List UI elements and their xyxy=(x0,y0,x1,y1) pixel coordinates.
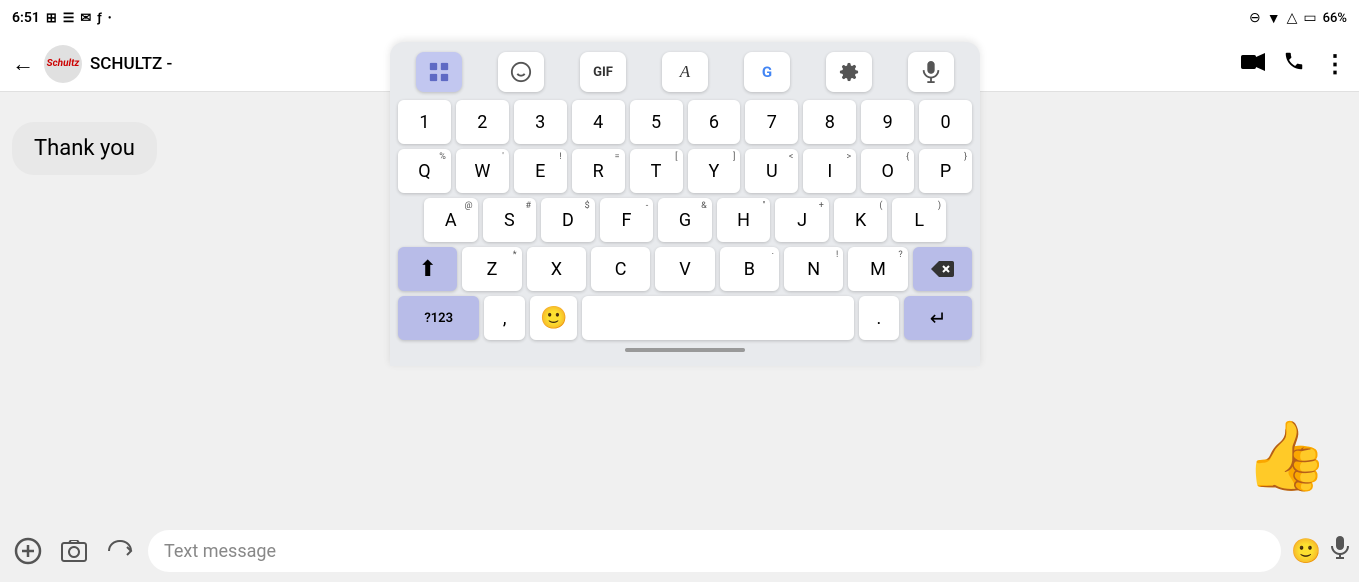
header-actions: ⋮ xyxy=(1241,50,1347,78)
key-h[interactable]: H" xyxy=(717,198,771,242)
key-v[interactable]: V xyxy=(655,247,714,291)
do-not-disturb-icon: ⊖ xyxy=(1249,10,1261,26)
more-options-button[interactable]: ⋮ xyxy=(1323,50,1347,78)
key-l[interactable]: L) xyxy=(892,198,946,242)
key-d[interactable]: D$ xyxy=(541,198,595,242)
keyboard-overlay: GIF A G 1 2 3 4 5 6 7 xyxy=(390,42,980,366)
key-i[interactable]: I> xyxy=(803,149,856,193)
key-4[interactable]: 4 xyxy=(572,100,625,144)
time-display: 6:51 xyxy=(12,10,40,26)
home-bar-indicator xyxy=(625,348,745,352)
ar-button[interactable] xyxy=(102,533,138,569)
voice-input-button[interactable] xyxy=(908,52,954,92)
input-bar: Text message 🙂 xyxy=(0,520,1359,582)
key-w[interactable]: W' xyxy=(456,149,509,193)
key-p[interactable]: P} xyxy=(919,149,972,193)
key-m[interactable]: M? xyxy=(848,247,907,291)
contact-avatar: Schultz xyxy=(44,45,82,83)
bottom-row: ?123 , 🙂 . ↵ xyxy=(398,296,972,340)
shift-key[interactable]: ⬆ xyxy=(398,247,457,291)
key-a[interactable]: A@ xyxy=(424,198,478,242)
key-x[interactable]: X xyxy=(527,247,586,291)
key-k[interactable]: K( xyxy=(834,198,888,242)
key-z[interactable]: Z* xyxy=(462,247,521,291)
emoji-input-button[interactable]: 🙂 xyxy=(1291,537,1321,565)
key-e[interactable]: E! xyxy=(514,149,567,193)
voice-call-button[interactable] xyxy=(1283,50,1305,77)
translate-button[interactable]: G xyxy=(744,52,790,92)
qwerty-row: Q% W' E! R= T[ Y] U< I> O{ P} xyxy=(398,149,972,193)
message-bubble: Thank you xyxy=(12,122,157,175)
key-8[interactable]: 8 xyxy=(803,100,856,144)
sticker-button[interactable] xyxy=(498,52,544,92)
gif-label: GIF xyxy=(593,65,613,80)
key-o[interactable]: O{ xyxy=(861,149,914,193)
key-1[interactable]: 1 xyxy=(398,100,451,144)
key-c[interactable]: C xyxy=(591,247,650,291)
key-f[interactable]: F- xyxy=(600,198,654,242)
autocorrect-button[interactable]: A xyxy=(662,52,708,92)
thumbs-up-emoji: 👍 xyxy=(1244,422,1329,490)
backspace-key[interactable] xyxy=(913,247,972,291)
key-q[interactable]: Q% xyxy=(398,149,451,193)
video-call-button[interactable] xyxy=(1241,52,1265,76)
battery-icon: ▭ xyxy=(1303,10,1316,26)
key-2[interactable]: 2 xyxy=(456,100,509,144)
zxcv-row: ⬆ Z* X C V B· N! M? xyxy=(398,247,972,291)
key-9[interactable]: 9 xyxy=(861,100,914,144)
keyboard-toolbar: GIF A G xyxy=(398,52,972,92)
key-g[interactable]: G& xyxy=(658,198,712,242)
notification-icon: ⊞ xyxy=(46,11,57,26)
signal-icon: △ xyxy=(1287,10,1298,26)
schultz-logo: Schultz xyxy=(47,58,80,69)
settings-button[interactable] xyxy=(826,52,872,92)
dot-indicator: • xyxy=(108,13,112,24)
key-j[interactable]: J+ xyxy=(775,198,829,242)
text-message-input[interactable]: Text message xyxy=(148,530,1281,572)
photo-button[interactable] xyxy=(56,533,92,569)
key-7[interactable]: 7 xyxy=(745,100,798,144)
back-button[interactable]: ← xyxy=(12,51,34,77)
status-right: ⊖ ▼ △ ▭ 66% xyxy=(1249,10,1347,27)
message-text: Thank you xyxy=(34,136,135,161)
key-0[interactable]: 0 xyxy=(919,100,972,144)
battery-level: 66% xyxy=(1323,11,1347,26)
gif-button[interactable]: GIF xyxy=(580,52,626,92)
emoji-key[interactable]: 🙂 xyxy=(530,296,577,340)
add-button[interactable] xyxy=(10,533,46,569)
translate-icon: G xyxy=(762,63,772,81)
comma-key[interactable]: , xyxy=(484,296,525,340)
input-right-icons: 🙂 xyxy=(1291,536,1349,566)
key-b[interactable]: B· xyxy=(720,247,779,291)
enter-key[interactable]: ↵ xyxy=(904,296,972,340)
space-key[interactable] xyxy=(582,296,853,340)
key-s[interactable]: S# xyxy=(483,198,537,242)
key-3[interactable]: 3 xyxy=(514,100,567,144)
key-r[interactable]: R= xyxy=(572,149,625,193)
emoji-grid-button[interactable] xyxy=(416,52,462,92)
key-6[interactable]: 6 xyxy=(688,100,741,144)
asdf-row: A@ S# D$ F- G& H" J+ K( L) xyxy=(398,198,972,242)
chat-icon: ✉ xyxy=(80,11,91,26)
menu-icon: ☰ xyxy=(63,11,75,26)
key-n[interactable]: N! xyxy=(784,247,843,291)
key-t[interactable]: T[ xyxy=(630,149,683,193)
voice-message-button[interactable] xyxy=(1331,536,1349,566)
period-key[interactable]: . xyxy=(859,296,900,340)
key-u[interactable]: U< xyxy=(745,149,798,193)
input-placeholder: Text message xyxy=(164,541,276,562)
status-bar: 6:51 ⊞ ☰ ✉ ƒ • ⊖ ▼ △ ▭ 66% xyxy=(0,0,1359,36)
num-sym-key[interactable]: ?123 xyxy=(398,296,479,340)
key-y[interactable]: Y] xyxy=(688,149,741,193)
autocorrect-icon: A xyxy=(680,62,690,82)
wifi-icon: ▼ xyxy=(1267,10,1281,27)
number-row: 1 2 3 4 5 6 7 8 9 0 xyxy=(398,100,972,144)
messenger-icon: ƒ xyxy=(97,11,102,26)
key-5[interactable]: 5 xyxy=(630,100,683,144)
status-left: 6:51 ⊞ ☰ ✉ ƒ • xyxy=(12,10,111,26)
